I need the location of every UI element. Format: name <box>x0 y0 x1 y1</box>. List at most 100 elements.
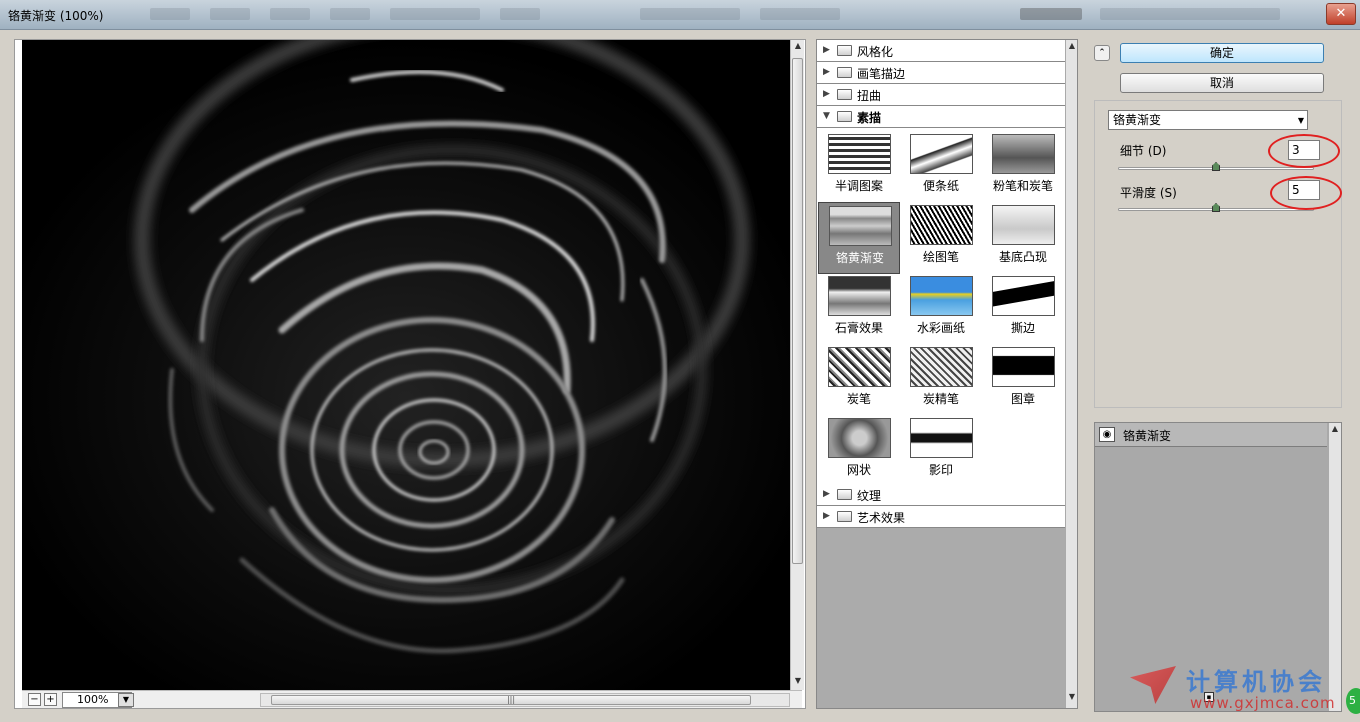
filter-thumbnail[interactable]: 铬黄渐变 <box>818 202 900 274</box>
smoothness-label: 平滑度 (S) <box>1120 186 1177 200</box>
category-brush-strokes[interactable]: ▶ 画笔描边 <box>817 62 1065 84</box>
thumbnail-label: 基底凸现 <box>998 250 1047 264</box>
thumbnail-image <box>829 206 892 246</box>
thumbnail-label: 图章 <box>1010 392 1035 406</box>
category-label: 艺术效果 <box>857 511 906 525</box>
filter-thumbnail[interactable]: 炭精笔 <box>900 344 982 416</box>
blurred-menu <box>150 8 190 20</box>
thumbnail-image <box>910 276 973 316</box>
filter-gallery: ▶ 风格化 ▶ 画笔描边 ▶ 扭曲 ▼ 素描 半调图案 便条纸 粉笔和炭笔铬黄渐变 绘… <box>816 39 1078 709</box>
category-label: 画笔描边 <box>857 67 906 81</box>
filter-thumbnail[interactable]: 撕边 <box>982 273 1064 345</box>
thumbnail-label: 便条纸 <box>922 179 959 193</box>
expand-icon[interactable]: ▶ <box>823 67 830 77</box>
filter-thumbnail[interactable]: 便条纸 <box>900 131 982 203</box>
blurred-menu <box>640 8 740 20</box>
blurred-menu <box>270 8 310 20</box>
effect-layer-row[interactable]: ◉ 铬黄渐变 <box>1095 423 1327 447</box>
scroll-down-icon[interactable]: ▼ <box>1066 692 1078 701</box>
window-titlebar: 铬黄渐变 (100%) ✕ <box>0 0 1360 30</box>
ok-button[interactable]: 确定 <box>1120 43 1324 63</box>
thumbnail-image <box>828 347 891 387</box>
thumbnail-image <box>992 347 1055 387</box>
thumbnail-label: 水彩画纸 <box>916 321 965 335</box>
filter-thumbnail[interactable]: 石膏效果 <box>818 273 900 345</box>
scroll-down-icon[interactable]: ▼ <box>792 676 804 685</box>
filter-thumbnail[interactable]: 图章 <box>982 344 1064 416</box>
scroll-up-icon[interactable]: ▲ <box>1066 41 1078 50</box>
thumbnail-image <box>910 347 973 387</box>
cancel-button[interactable]: 取消 <box>1120 73 1324 93</box>
thumbnail-image <box>828 134 891 174</box>
category-label: 扭曲 <box>857 89 882 103</box>
blurred-menu <box>330 8 370 20</box>
filter-thumbnail[interactable]: 半调图案 <box>818 131 900 203</box>
watermark-text: 计算机协会 <box>1186 668 1326 696</box>
filter-thumbnail[interactable]: 炭笔 <box>818 344 900 416</box>
thumbnail-label: 半调图案 <box>834 179 883 193</box>
zoom-dropdown-icon[interactable]: ▼ <box>118 693 134 707</box>
expand-icon[interactable]: ▶ <box>823 89 830 99</box>
blurred-menu <box>500 8 540 20</box>
expand-icon[interactable]: ▶ <box>823 45 830 55</box>
close-button[interactable]: ✕ <box>1326 3 1356 25</box>
watermark-logo-icon <box>1130 666 1176 704</box>
sketch-thumbnails: 半调图案 便条纸 粉笔和炭笔铬黄渐变 绘图笔 基底凸现石膏效果 水彩画纸 撕边炭笔 炭精笔 图章… <box>817 128 1065 484</box>
chevron-down-icon[interactable]: ▼ <box>1298 112 1304 130</box>
red-annotation-circle <box>1270 176 1342 210</box>
preview-vertical-scrollbar[interactable]: ▲ ▼ <box>790 40 804 690</box>
folder-icon <box>837 89 852 100</box>
category-artistic[interactable]: ▶ 艺术效果 <box>817 506 1065 528</box>
expand-icon[interactable]: ▶ <box>823 511 830 521</box>
scroll-up-icon[interactable]: ▲ <box>1329 424 1341 433</box>
filter-thumbnail[interactable]: 水彩画纸 <box>900 273 982 345</box>
effect-layer-name: 铬黄渐变 <box>1123 429 1172 443</box>
thumbnail-image <box>992 134 1055 174</box>
preview-horizontal-scrollbar[interactable]: ||| <box>260 693 790 707</box>
chrome-effect-image <box>22 40 790 690</box>
category-sketch[interactable]: ▼ 素描 <box>817 106 1065 128</box>
filter-gallery-dialog: ▲ ▼ − + 100% ▼ ||| ▶ 风格化 ▶ 画笔描边 ▶ 扭曲 ▼ 素… <box>0 30 1360 722</box>
thumbnail-label: 炭笔 <box>846 392 871 406</box>
open-folder-icon <box>837 111 852 122</box>
thumbnail-label: 撕边 <box>1010 321 1035 335</box>
watermark-url: www.gxjmca.com <box>1190 694 1336 712</box>
expand-icon[interactable]: ▶ <box>823 489 830 499</box>
folder-icon <box>837 489 852 500</box>
category-label: 素描 <box>857 111 882 125</box>
preview-zoom-bar: − + 100% ▼ ||| <box>22 690 802 708</box>
thumbnail-label: 绘图笔 <box>922 250 959 264</box>
filter-thumbnail[interactable]: 影印 <box>900 415 982 487</box>
scroll-thumb[interactable]: ||| <box>271 695 751 705</box>
thumbnail-label: 粉笔和炭笔 <box>992 179 1053 193</box>
category-stylize[interactable]: ▶ 风格化 <box>817 40 1065 62</box>
scroll-thumb[interactable] <box>792 58 803 564</box>
gallery-scrollbar[interactable]: ▲ ▼ <box>1065 40 1077 708</box>
thumbnail-label: 网状 <box>846 463 871 477</box>
filter-select[interactable]: 铬黄渐变 ▼ <box>1108 110 1308 130</box>
thumbnail-label: 石膏效果 <box>834 321 883 335</box>
filter-thumbnail[interactable]: 基底凸现 <box>982 202 1064 274</box>
collapse-triangle-icon[interactable]: ▼ <box>823 111 830 121</box>
detail-label: 细节 (D) <box>1120 144 1167 158</box>
zoom-in-button[interactable]: + <box>44 693 57 706</box>
category-distort[interactable]: ▶ 扭曲 <box>817 84 1065 106</box>
preview-canvas[interactable] <box>22 40 790 690</box>
thumbnail-label: 铬黄渐变 <box>835 251 884 265</box>
thumbnail-image <box>910 418 973 458</box>
eye-icon[interactable]: ◉ <box>1099 427 1115 442</box>
thumbnail-image <box>992 205 1055 245</box>
folder-icon <box>837 45 852 56</box>
filter-thumbnail[interactable]: 粉笔和炭笔 <box>982 131 1064 203</box>
window-title: 铬黄渐变 (100%) <box>8 9 104 23</box>
zoom-out-button[interactable]: − <box>28 693 41 706</box>
filter-thumbnail[interactable]: 绘图笔 <box>900 202 982 274</box>
badge-icon: 5 <box>1346 688 1360 714</box>
collapse-icon[interactable]: ⌃ <box>1094 45 1110 61</box>
category-label: 纹理 <box>857 489 882 503</box>
folder-icon <box>837 511 852 522</box>
filter-thumbnail[interactable]: 网状 <box>818 415 900 487</box>
scroll-up-icon[interactable]: ▲ <box>792 41 804 50</box>
category-texture[interactable]: ▶ 纹理 <box>817 484 1065 506</box>
thumbnail-image <box>992 276 1055 316</box>
